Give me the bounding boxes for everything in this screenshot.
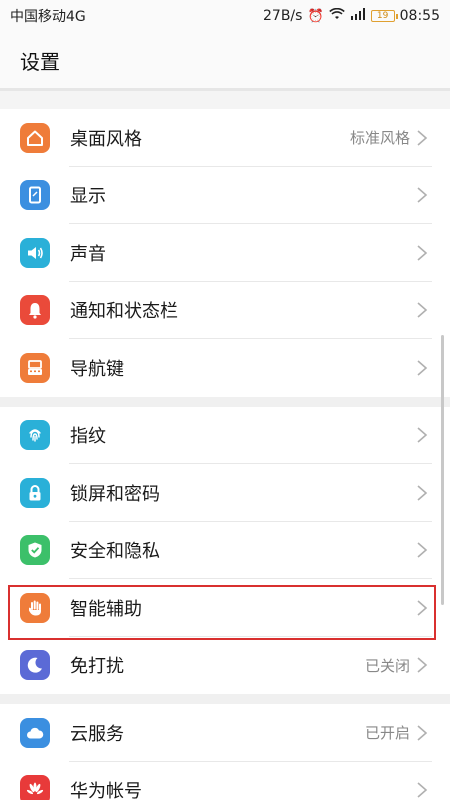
chevron-right-icon (417, 542, 428, 558)
settings-item-label: 云服务 (70, 723, 124, 745)
settings-item-lock[interactable]: 锁屏和密码 (0, 464, 450, 522)
speaker-icon (20, 237, 50, 268)
settings-item-speaker[interactable]: 声音 (0, 224, 450, 282)
chevron-right-icon (417, 725, 428, 741)
chevron-right-icon (417, 427, 428, 443)
status-indicators: 27B/s ⏰ 19 08:55 (263, 7, 440, 24)
app-header: 设置 (0, 32, 450, 88)
scrollbar[interactable] (441, 335, 444, 605)
huawei-icon (20, 775, 50, 800)
settings-item-shield[interactable]: 安全和隐私 (0, 521, 450, 579)
wifi-icon (328, 7, 345, 24)
home-icon (20, 122, 50, 153)
hand-icon (20, 592, 50, 623)
chevron-right-icon (417, 302, 428, 318)
chevron-right-icon (417, 657, 428, 673)
battery-icon: 19 (370, 10, 398, 22)
chevron-right-icon (417, 782, 428, 798)
cloud-icon (20, 717, 50, 748)
chevron-right-icon (417, 245, 428, 261)
settings-item-bell[interactable]: 通知和状态栏 (0, 281, 450, 339)
settings-item-fingerprint[interactable]: 指纹 (0, 406, 450, 464)
lock-icon (20, 477, 50, 508)
settings-item-label: 指纹 (70, 426, 106, 448)
group-spacer (0, 694, 450, 704)
status-bar: 中国移动4G 27B/s ⏰ 19 08:55 (0, 0, 450, 32)
group-spacer (0, 396, 450, 407)
settings-item-label: 智能辅助 (70, 598, 142, 620)
settings-item-display[interactable]: 显示 (0, 166, 450, 224)
keyboard-icon (20, 352, 50, 383)
signal-icon (350, 8, 366, 24)
chevron-right-icon (417, 130, 428, 146)
settings-item-label: 免打扰 (70, 656, 124, 678)
settings-item-label: 安全和隐私 (70, 541, 160, 563)
page-title: 设置 (20, 49, 60, 74)
settings-screen: 中国移动4G 27B/s ⏰ 19 08:55 设置 桌面风格 标准风格显示声音通… (0, 0, 450, 800)
settings-item-cloud[interactable]: 云服务 已开启 (0, 704, 450, 762)
settings-group: 桌面风格 标准风格显示声音通知和状态栏 导航键 (0, 109, 450, 397)
settings-item-label: 显示 (70, 186, 106, 208)
group-spacer (0, 91, 450, 109)
bell-icon (20, 295, 50, 326)
settings-item-value: 标准风格 (349, 129, 410, 148)
settings-item-hand[interactable]: 智能辅助 (0, 579, 450, 637)
moon-icon (20, 650, 50, 681)
chevron-right-icon (417, 485, 428, 501)
chevron-right-icon (417, 360, 428, 376)
network-speed: 27B/s (263, 8, 303, 24)
battery-level: 19 (376, 10, 389, 21)
settings-item-label: 通知和状态栏 (70, 301, 178, 323)
alarm-icon: ⏰ (307, 8, 324, 24)
carrier-label: 中国移动4G (10, 9, 86, 25)
display-icon (20, 180, 50, 211)
settings-group: 指纹锁屏和密码安全和隐私智能辅助免打扰 已关闭 (0, 406, 450, 694)
settings-item-value: 已关闭 (364, 656, 410, 675)
settings-item-label: 锁屏和密码 (70, 483, 160, 505)
settings-item-home[interactable]: 桌面风格 标准风格 (0, 109, 450, 167)
settings-item-moon[interactable]: 免打扰 已关闭 (0, 636, 450, 694)
settings-list: 桌面风格 标准风格显示声音通知和状态栏 导航键指纹锁屏和密码安全和隐私智能辅助免打扰… (0, 109, 450, 800)
settings-item-keyboard[interactable]: 导航键 (0, 339, 450, 397)
settings-item-label: 导航键 (70, 358, 124, 380)
settings-item-value: 已开启 (364, 724, 410, 743)
fingerprint-icon (20, 420, 50, 451)
clock: 08:55 (399, 8, 440, 24)
settings-item-label: 声音 (70, 243, 106, 265)
settings-group: 云服务 已开启华为帐号 (0, 704, 450, 800)
settings-item-huawei[interactable]: 华为帐号 (0, 761, 450, 800)
shield-icon (20, 535, 50, 566)
chevron-right-icon (417, 600, 428, 616)
chevron-right-icon (417, 187, 428, 203)
settings-item-label: 桌面风格 (70, 128, 142, 150)
settings-item-label: 华为帐号 (70, 781, 142, 800)
